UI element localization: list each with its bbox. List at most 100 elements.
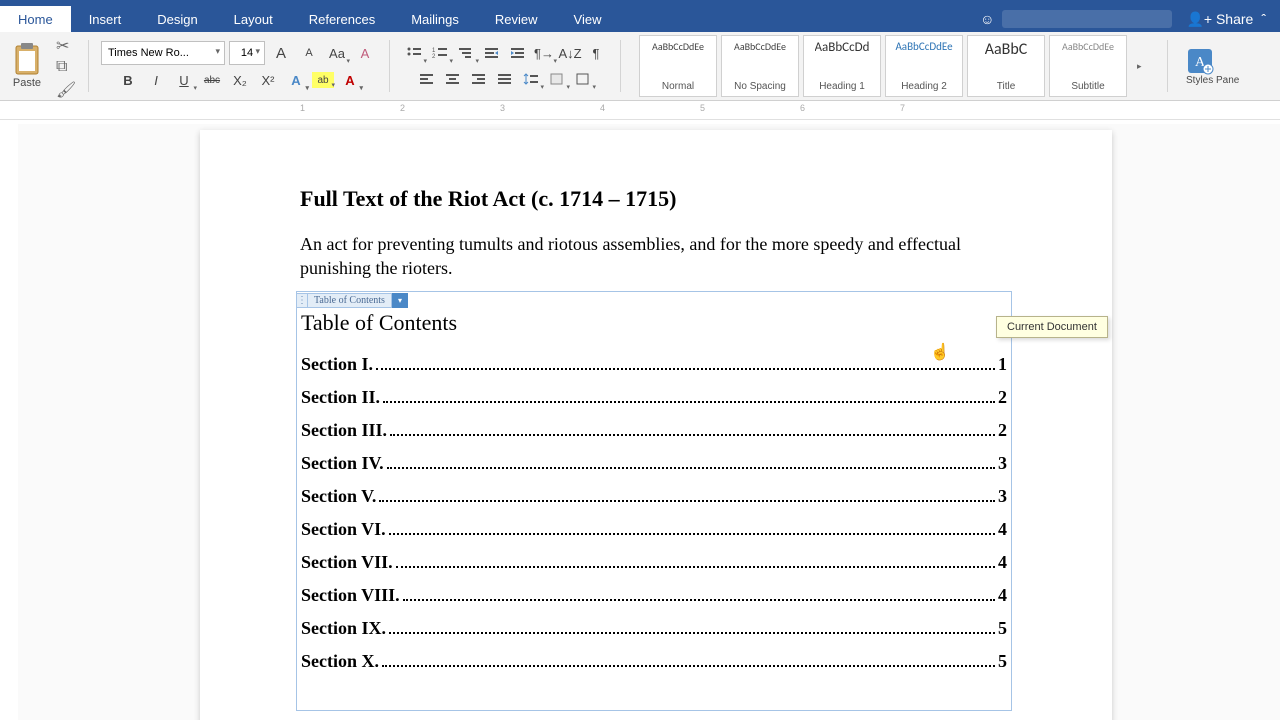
toc-leader-dots xyxy=(389,533,995,535)
tab-insert[interactable]: Insert xyxy=(71,6,140,32)
style-item-title[interactable]: AaBbCTitle xyxy=(967,35,1045,97)
highlight-button[interactable]: ab xyxy=(312,72,334,88)
ruler-tick: 4 xyxy=(600,103,605,113)
toc-page-number: 5 xyxy=(998,651,1007,672)
tab-review[interactable]: Review xyxy=(477,6,556,32)
toc-entry[interactable]: Section VIII.4 xyxy=(301,585,1007,606)
toc-leader-dots xyxy=(390,434,995,436)
superscript-button[interactable]: X² xyxy=(256,69,280,91)
toc-heading[interactable]: Table of Contents xyxy=(301,310,1007,336)
format-painter-icon[interactable]: 🖌︎ xyxy=(56,80,74,96)
justify-button[interactable] xyxy=(493,68,517,90)
style-preview: AaBbCcDd xyxy=(815,40,870,55)
document-title[interactable]: Full Text of the Riot Act (c. 1714 – 171… xyxy=(300,186,1012,212)
tooltip: Current Document xyxy=(996,316,1108,338)
styles-gallery-expand[interactable]: ▸ xyxy=(1133,57,1155,76)
toc-section-label: Section I. xyxy=(301,354,373,375)
toc-entry[interactable]: Section VI.4 xyxy=(301,519,1007,540)
tab-view[interactable]: View xyxy=(556,6,620,32)
clear-formatting-button[interactable]: A xyxy=(353,42,377,64)
tab-design[interactable]: Design xyxy=(139,6,215,32)
text-effects-button[interactable]: A xyxy=(284,69,308,91)
toc-page-number: 3 xyxy=(998,486,1007,507)
toc-leader-dots xyxy=(396,566,995,568)
toc-entry[interactable]: Section V. 3 xyxy=(301,486,1007,507)
decrease-indent-button[interactable] xyxy=(480,42,504,64)
show-marks-button[interactable]: ¶ xyxy=(584,42,608,64)
style-name: Subtitle xyxy=(1071,81,1104,92)
toc-section-label: Section V. xyxy=(301,486,376,507)
tell-me-search[interactable] xyxy=(1002,10,1172,28)
vertical-ruler[interactable] xyxy=(0,124,19,720)
svg-text:2: 2 xyxy=(432,54,436,60)
toc-entry[interactable]: Section X. 5 xyxy=(301,651,1007,672)
tab-layout[interactable]: Layout xyxy=(216,6,291,32)
increase-indent-button[interactable] xyxy=(506,42,530,64)
change-case-button[interactable]: Aa xyxy=(325,42,349,64)
italic-button[interactable]: I xyxy=(144,69,168,91)
toc-entry[interactable]: Section IV.3 xyxy=(301,453,1007,474)
toc-entry[interactable]: Section IX. 5 xyxy=(301,618,1007,639)
tab-mailings[interactable]: Mailings xyxy=(393,6,477,32)
style-item-subtitle[interactable]: AaBbCcDdEeSubtitle xyxy=(1049,35,1127,97)
toc-section-label: Section IV. xyxy=(301,453,384,474)
paste-button[interactable]: Paste xyxy=(8,43,46,89)
sort-button[interactable]: A↓Z xyxy=(558,42,582,64)
style-item-normal[interactable]: AaBbCcDdEeNormal xyxy=(639,35,717,97)
line-spacing-button[interactable] xyxy=(519,68,543,90)
toc-section-label: Section II. xyxy=(301,387,380,408)
borders-button[interactable] xyxy=(571,68,595,90)
style-preview: AaBbCcDdEe xyxy=(895,40,952,53)
bullets-button[interactable] xyxy=(402,42,426,64)
underline-button[interactable]: U xyxy=(172,69,196,91)
toc-leader-dots xyxy=(382,665,995,667)
ltr-button[interactable]: ¶→ xyxy=(532,42,556,64)
font-size-select[interactable]: 14 xyxy=(229,41,265,65)
ruler-tick: 1 xyxy=(300,103,305,113)
shrink-font-button[interactable]: A xyxy=(297,42,321,64)
ribbon-toolbar: Paste ✂︎ ⧉ 🖌︎ Times New Ro... 14 A A Aa … xyxy=(0,32,1280,101)
toc-leader-dots xyxy=(387,467,995,469)
toc-section-label: Section X. xyxy=(301,651,379,672)
toc-container[interactable]: Table of Contents Section I. 1 Section II.… xyxy=(296,291,1012,711)
toc-page-number: 5 xyxy=(998,618,1007,639)
tab-home[interactable]: Home xyxy=(0,6,71,32)
shading-button[interactable] xyxy=(545,68,569,90)
align-right-button[interactable] xyxy=(467,68,491,90)
toc-section-label: Section III. xyxy=(301,420,387,441)
style-item-heading-2[interactable]: AaBbCcDdEeHeading 2 xyxy=(885,35,963,97)
grow-font-button[interactable]: A xyxy=(269,42,293,64)
ruler-tick: 5 xyxy=(700,103,705,113)
tab-references[interactable]: References xyxy=(291,6,393,32)
share-button[interactable]: 👤+ Share xyxy=(1186,11,1253,28)
multilevel-list-button[interactable] xyxy=(454,42,478,64)
style-item-no-spacing[interactable]: AaBbCcDdEeNo Spacing xyxy=(721,35,799,97)
toc-entry[interactable]: Section I. 1 xyxy=(301,354,1007,375)
copy-icon[interactable]: ⧉ xyxy=(56,58,74,74)
toc-page-number: 1 xyxy=(998,354,1007,375)
cut-icon[interactable]: ✂︎ xyxy=(56,36,74,52)
numbering-button[interactable]: 12 xyxy=(428,42,452,64)
divider xyxy=(620,40,621,92)
document-intro[interactable]: An act for preventing tumults and riotou… xyxy=(300,232,1012,281)
font-color-button[interactable]: A xyxy=(338,69,362,91)
strike-button[interactable]: abc xyxy=(200,69,224,91)
feedback-icon[interactable]: ☺ xyxy=(980,11,994,27)
style-item-heading-1[interactable]: AaBbCcDdHeading 1 xyxy=(803,35,881,97)
toc-section-label: Section VII. xyxy=(301,552,393,573)
subscript-button[interactable]: X₂ xyxy=(228,69,252,91)
toc-entry[interactable]: Section II.2 xyxy=(301,387,1007,408)
toc-entry[interactable]: Section VII.4 xyxy=(301,552,1007,573)
ruler-tick: 6 xyxy=(800,103,805,113)
bold-button[interactable]: B xyxy=(116,69,140,91)
horizontal-ruler[interactable]: 1234567 xyxy=(0,101,1280,120)
toc-section-label: Section IX. xyxy=(301,618,386,639)
styles-pane-button[interactable]: A Styles Pane xyxy=(1180,47,1245,86)
align-left-button[interactable] xyxy=(415,68,439,90)
collapse-ribbon-icon[interactable]: ˆ xyxy=(1261,11,1266,27)
share-label: Share xyxy=(1216,11,1253,27)
font-name-select[interactable]: Times New Ro... xyxy=(101,41,225,65)
align-center-button[interactable] xyxy=(441,68,465,90)
toc-leader-dots xyxy=(379,500,995,502)
toc-entry[interactable]: Section III.2 xyxy=(301,420,1007,441)
